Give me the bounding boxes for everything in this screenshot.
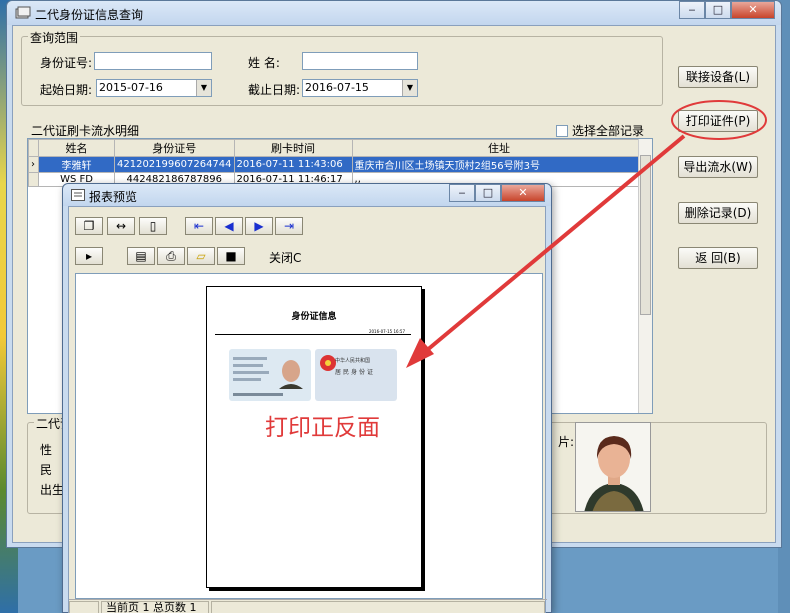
row-header bbox=[28, 172, 39, 187]
export-arrow-icon[interactable]: ▸ bbox=[75, 247, 103, 265]
preview-maximize-button[interactable]: □ bbox=[475, 184, 501, 202]
start-date-label: 起始日期: bbox=[40, 83, 93, 97]
preview-minimize-button[interactable]: ‒ bbox=[449, 184, 475, 202]
records-table: 姓名 身份证号 刷卡时间 住址 › 李雅轩 421202199607264744… bbox=[28, 139, 647, 187]
end-date-picker[interactable]: 2016-07-15 ▼ bbox=[302, 79, 418, 97]
id-photo bbox=[575, 422, 651, 512]
preview-title: 报表预览 bbox=[89, 190, 138, 204]
main-titlebar[interactable]: 二代身份证信息查询 ‒ □ ✕ bbox=[7, 1, 781, 25]
records-scrollbar[interactable] bbox=[638, 139, 652, 413]
query-range-legend: 查询范围 bbox=[28, 29, 81, 46]
id-number-input[interactable] bbox=[94, 52, 212, 70]
last-page-icon[interactable]: ⇥ bbox=[275, 217, 303, 235]
close-button[interactable]: ✕ bbox=[731, 1, 775, 19]
cell-id[interactable]: 421202199607264744 bbox=[114, 156, 235, 173]
full-page-icon[interactable]: ▯ bbox=[139, 217, 167, 235]
report-icon bbox=[71, 189, 85, 201]
report-divider bbox=[215, 334, 411, 335]
status-cell-empty bbox=[211, 601, 545, 613]
highlight-circle bbox=[671, 100, 767, 140]
column-header-name[interactable]: 姓名 bbox=[38, 139, 115, 157]
scrollbar-thumb[interactable] bbox=[640, 155, 651, 315]
first-page-icon[interactable]: ⇤ bbox=[185, 217, 213, 235]
one-page-view-icon[interactable]: ❐ bbox=[75, 217, 103, 235]
id-back-line-2: 居民身份证 bbox=[335, 369, 376, 376]
query-range-group: 查询范围 身份证号: 姓 名: 起始日期: 2015-07-16 ▼ 截止日期:… bbox=[21, 29, 663, 106]
delete-record-button[interactable]: 删除记录(D) bbox=[678, 202, 758, 224]
minimize-button[interactable]: ‒ bbox=[679, 1, 705, 19]
open-folder-icon[interactable]: ▱ bbox=[187, 247, 215, 265]
app-icon bbox=[15, 6, 31, 19]
cell-address[interactable]: 重庆市合川区土场镇天顶村2组56号附3号 bbox=[351, 156, 647, 173]
save-icon[interactable]: ■ bbox=[217, 247, 245, 265]
previous-page-icon[interactable]: ◀ bbox=[215, 217, 243, 235]
end-date-label: 截止日期: bbox=[248, 83, 301, 97]
page-width-icon[interactable]: ↔ bbox=[107, 217, 135, 235]
photo-label: 片: bbox=[558, 435, 575, 449]
printer-setup-icon[interactable]: ▤ bbox=[127, 247, 155, 265]
id-back-line-1: 中华人民共和国 bbox=[335, 358, 371, 364]
select-all-checkbox[interactable]: 选择全部记录 bbox=[556, 122, 644, 139]
person-photo-icon bbox=[576, 423, 650, 511]
end-date-value: 2016-07-15 bbox=[305, 81, 369, 94]
records-title: 二代证刷卡流水明细 bbox=[31, 124, 140, 138]
id-number-label: 身份证号: bbox=[40, 56, 93, 70]
select-all-label: 选择全部记录 bbox=[572, 124, 645, 138]
column-header-address[interactable]: 住址 bbox=[351, 139, 647, 157]
report-title: 身份证信息 bbox=[291, 312, 337, 322]
row-header-corner bbox=[28, 139, 39, 157]
window-title: 二代身份证信息查询 bbox=[35, 8, 144, 22]
maximize-button[interactable]: □ bbox=[705, 1, 731, 19]
preview-caption-buttons: ‒ □ ✕ bbox=[449, 184, 545, 202]
next-page-icon[interactable]: ▶ bbox=[245, 217, 273, 235]
dropdown-arrow-icon[interactable]: ▼ bbox=[196, 80, 211, 96]
checkbox-icon[interactable] bbox=[556, 124, 568, 137]
name-label: 姓 名: bbox=[248, 56, 280, 70]
preview-statusbar: 当前页 1 总页数 1 bbox=[69, 599, 547, 613]
sex-label: 性 bbox=[40, 443, 53, 457]
preview-titlebar[interactable]: 报表预览 ‒ □ ✕ bbox=[63, 184, 551, 206]
column-header-id[interactable]: 身份证号 bbox=[114, 139, 235, 157]
export-log-button[interactable]: 导出流水(W) bbox=[678, 156, 758, 178]
nation-label: 民 bbox=[40, 463, 53, 477]
page-count-status: 当前页 1 总页数 1 bbox=[101, 601, 209, 613]
start-date-picker[interactable]: 2015-07-16 ▼ bbox=[96, 79, 212, 97]
preview-close-button[interactable]: ✕ bbox=[501, 184, 545, 202]
name-input[interactable] bbox=[302, 52, 418, 70]
table-header-row: 姓名 身份证号 刷卡时间 住址 bbox=[28, 139, 647, 157]
id-card-front-image bbox=[229, 349, 311, 401]
report-preview-window: 报表预览 ‒ □ ✕ ❐ ↔ ▯ ⇤ ◀ ▶ ⇥ ▸ ▤ ⎙ ▱ ■ 关闭C 身… bbox=[62, 183, 552, 613]
annotation-text: 打印正反面 bbox=[265, 415, 380, 441]
caption-buttons: ‒ □ ✕ bbox=[679, 1, 775, 19]
cell-time[interactable]: 2016-07-11 11:43:06 bbox=[233, 156, 353, 173]
row-pointer-icon: › bbox=[28, 156, 39, 173]
start-date-value: 2015-07-16 bbox=[99, 81, 163, 94]
table-row[interactable]: › 李雅轩 421202199607264744 2016-07-11 11:4… bbox=[28, 156, 647, 173]
back-button[interactable]: 返 回(B) bbox=[678, 247, 758, 269]
dropdown-arrow-icon[interactable]: ▼ bbox=[402, 80, 417, 96]
status-cell-blank bbox=[69, 601, 99, 613]
column-header-time[interactable]: 刷卡时间 bbox=[233, 139, 353, 157]
close-preview-label[interactable]: 关闭C bbox=[269, 249, 301, 266]
print-icon[interactable]: ⎙ bbox=[157, 247, 185, 265]
connect-device-button[interactable]: 联接设备(L) bbox=[678, 66, 758, 88]
cell-name[interactable]: 李雅轩 bbox=[38, 156, 115, 173]
